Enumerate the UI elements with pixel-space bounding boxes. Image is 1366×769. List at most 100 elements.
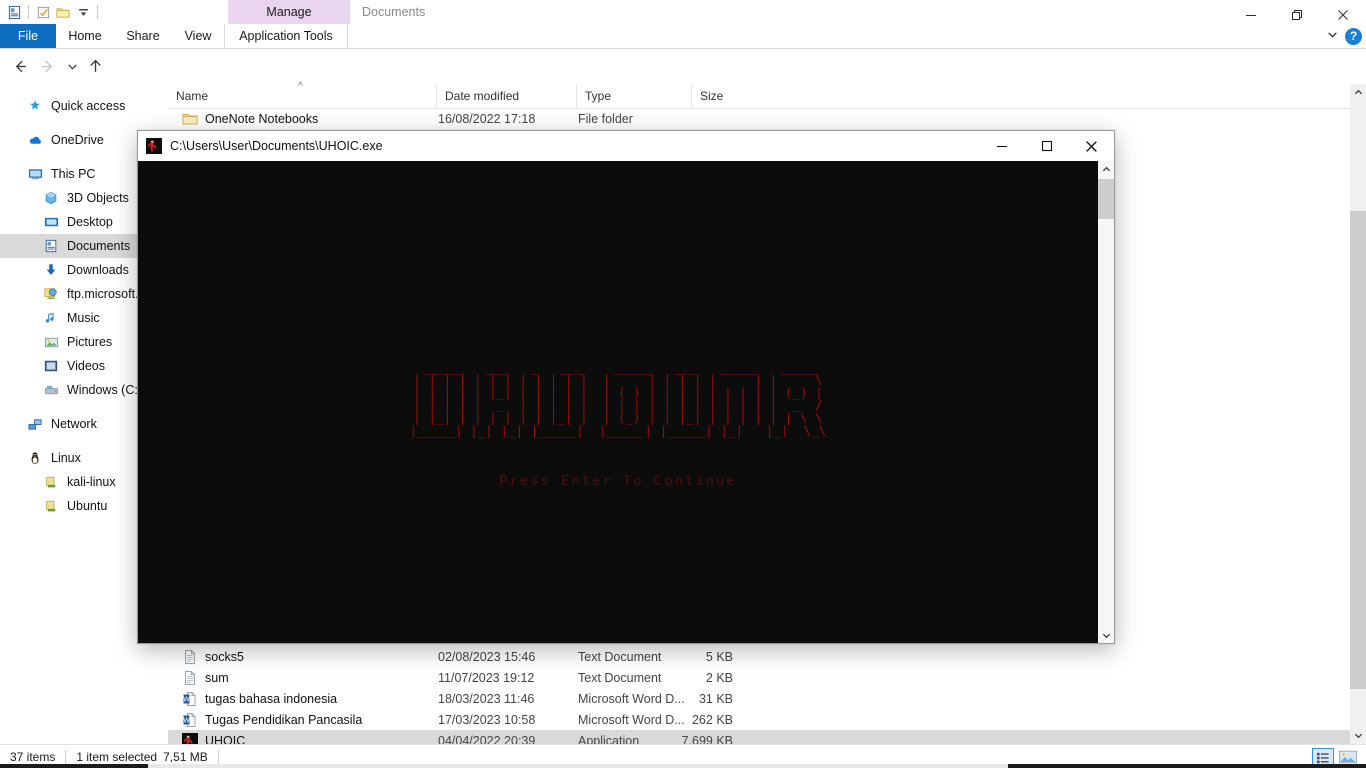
star-pin-icon: [26, 97, 44, 115]
sidebar-item-label: Documents: [67, 239, 130, 253]
console-caption-buttons: [979, 131, 1114, 161]
file-name-cell: sum: [182, 670, 229, 686]
file-size-cell: 262 KB: [658, 713, 733, 727]
uhoic-app-icon: [146, 138, 162, 154]
tab-file[interactable]: File: [0, 24, 56, 48]
selection-size: 7,51 MB: [163, 750, 208, 764]
ftp-icon: [42, 285, 60, 303]
window-title: Documents: [362, 0, 425, 24]
sidebar-item-label: Music: [67, 311, 100, 325]
chevron-down-icon[interactable]: [1326, 28, 1339, 44]
contextual-tab-label: Manage: [266, 5, 311, 19]
documents-folder-icon[interactable]: [4, 2, 24, 22]
file-type-cell: File folder: [578, 112, 633, 126]
explorer-vertical-scrollbar[interactable]: [1350, 84, 1366, 744]
address-bar-row: ❯ This PC ❯ Documents Search Documents: [0, 49, 1366, 83]
console-maximize-button[interactable]: [1024, 131, 1069, 161]
console-title-bar[interactable]: C:\Users\User\Documents\UHOIC.exe: [138, 131, 1114, 161]
scroll-down-icon[interactable]: [1098, 627, 1114, 643]
file-date-cell: 16/08/2022 17:18: [438, 112, 535, 126]
sidebar-item-label: Ubuntu: [67, 499, 107, 513]
new-folder-icon[interactable]: [53, 2, 73, 22]
table-row[interactable]: OneNote Notebooks 16/08/2022 17:18 File …: [168, 108, 1350, 130]
scrollbar-thumb[interactable]: [1350, 211, 1366, 689]
sidebar-item-label: Pictures: [67, 335, 112, 349]
table-row[interactable]: sum 11/07/2023 19:12 Text Document 2 KB: [168, 667, 1350, 688]
column-header-name[interactable]: ^ Name: [168, 84, 436, 108]
console-scrollbar-thumb[interactable]: [1098, 179, 1114, 219]
help-button[interactable]: ?: [1345, 28, 1362, 45]
network-icon: [26, 415, 44, 433]
customize-chevron-icon[interactable]: [73, 2, 93, 22]
status-separator-2: [218, 750, 219, 764]
qat-separator: [28, 5, 29, 19]
videos-icon: [42, 357, 60, 375]
ribbon-right-controls: ?: [1326, 26, 1362, 46]
file-size-cell: 2 KB: [658, 671, 733, 685]
file-name-cell: W tugas bahasa indonesia: [182, 691, 337, 707]
table-row[interactable]: W tugas bahasa indonesia 18/03/2023 11:4…: [168, 688, 1350, 709]
scrollbar-track[interactable]: [1350, 101, 1366, 727]
sidebar-item-label: 3D Objects: [67, 191, 129, 205]
column-header-type[interactable]: Type: [576, 84, 691, 108]
ribbon-tab-bar: File Home Share View Application Tools ?: [0, 24, 1366, 49]
documents-icon: [42, 237, 60, 255]
column-header-size[interactable]: Size: [691, 84, 771, 108]
back-arrow-icon[interactable]: [10, 56, 30, 76]
scroll-up-icon[interactable]: [1098, 161, 1114, 177]
word-file-icon: W: [182, 691, 198, 707]
forward-arrow-icon: [37, 56, 57, 76]
item-count: 37 items: [10, 750, 55, 764]
recent-locations-chevron-icon[interactable]: [62, 56, 82, 76]
qat-separator-2: [97, 5, 98, 19]
file-date-cell: 11/07/2023 19:12: [438, 671, 534, 685]
taskbar[interactable]: [0, 764, 1366, 768]
sort-ascending-icon: ^: [298, 81, 303, 92]
scroll-up-icon[interactable]: [1350, 84, 1366, 101]
column-header-date-modified[interactable]: Date modified: [436, 84, 576, 108]
console-close-button[interactable]: [1069, 131, 1114, 161]
cube-icon: [42, 189, 60, 207]
file-size-cell: 31 KB: [658, 692, 733, 706]
file-name-cell: W Tugas Pendidikan Pancasila: [182, 712, 362, 728]
sidebar-item-label: Network: [51, 417, 97, 431]
table-row[interactable]: socks5 02/08/2023 15:46 Text Document 5 …: [168, 646, 1350, 667]
sidebar-item-label: OneDrive: [51, 133, 104, 147]
sidebar-item-label: This PC: [51, 167, 95, 181]
drive-icon: [42, 381, 60, 399]
up-arrow-icon[interactable]: [85, 56, 105, 76]
console-minimize-button[interactable]: [979, 131, 1024, 161]
sidebar-item-label: Videos: [67, 359, 105, 373]
console-scrollbar[interactable]: [1098, 161, 1114, 643]
file-size-cell: 5 KB: [658, 650, 733, 664]
svg-text:W: W: [183, 696, 190, 703]
folder-icon: [182, 111, 198, 127]
sidebar-item-label: Quick access: [51, 99, 125, 113]
tab-home[interactable]: Home: [56, 24, 114, 48]
tab-share[interactable]: Share: [114, 24, 172, 48]
properties-icon[interactable]: [33, 2, 53, 22]
sidebar-item-quick-access[interactable]: Quick access: [0, 94, 168, 118]
console-window[interactable]: C:\Users\User\Documents\UHOIC.exe: [137, 130, 1115, 644]
linux-distro-icon: [42, 497, 60, 515]
file-date-cell: 18/03/2023 11:46: [438, 692, 534, 706]
title-strip: Manage Documents: [0, 0, 1366, 24]
scroll-down-icon[interactable]: [1350, 727, 1366, 744]
music-note-icon: [42, 309, 60, 327]
console-body[interactable]: _____ ___ _ ___ _____ ___ _____ _____ | …: [138, 161, 1114, 643]
contextual-tab-manage[interactable]: Manage: [228, 0, 350, 24]
tab-application-tools[interactable]: Application Tools: [224, 24, 348, 48]
tab-view[interactable]: View: [172, 24, 224, 48]
quick-access-toolbar: [4, 2, 102, 22]
sidebar-item-label: Downloads: [67, 263, 129, 277]
pictures-icon: [42, 333, 60, 351]
linux-distro-icon: [42, 473, 60, 491]
file-type-cell: Text Document: [578, 671, 661, 685]
table-row[interactable]: W Tugas Pendidikan Pancasila 17/03/2023 …: [168, 709, 1350, 730]
desktop-icon: [42, 213, 60, 231]
status-separator: [65, 750, 66, 764]
sidebar-item-label: Desktop: [67, 215, 113, 229]
file-name-cell: OneNote Notebooks: [182, 111, 318, 127]
monitor-icon: [26, 165, 44, 183]
file-name-cell: socks5: [182, 649, 244, 665]
